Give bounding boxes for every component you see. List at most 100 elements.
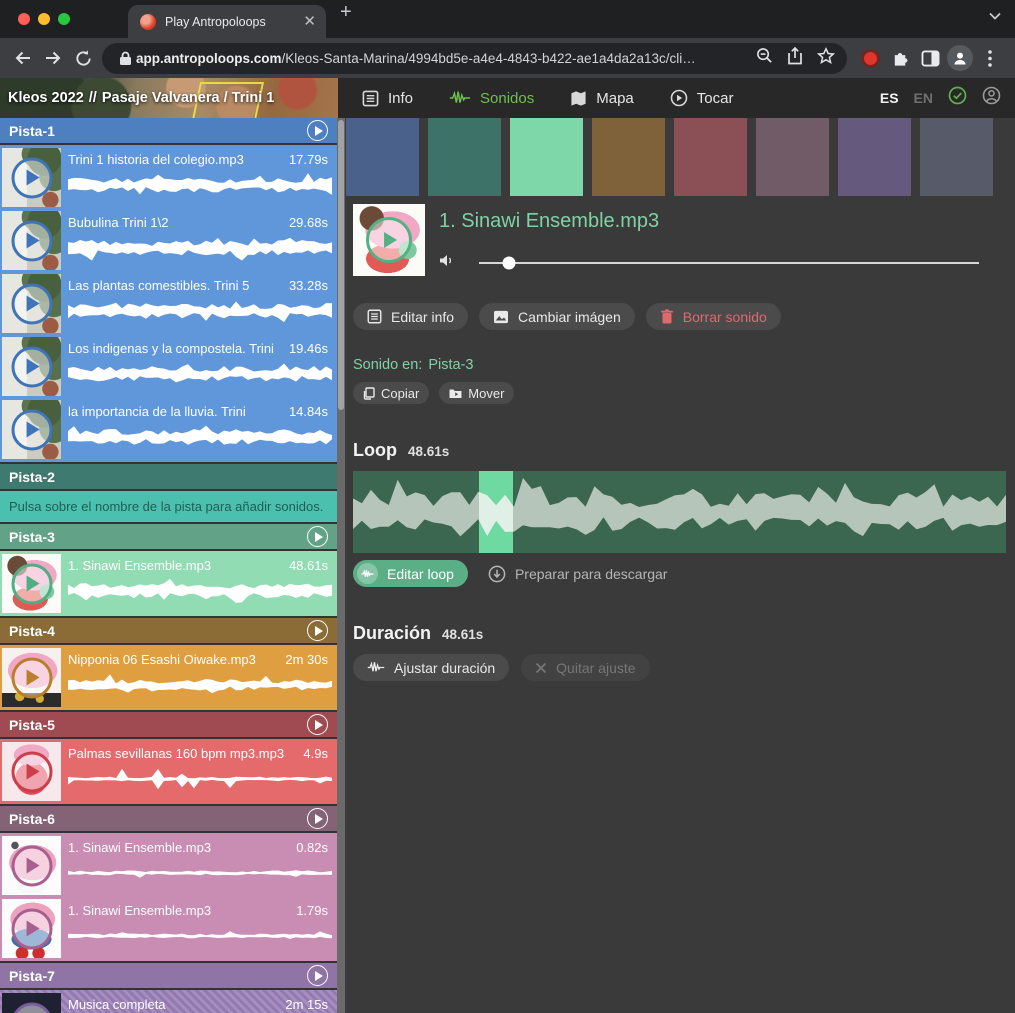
recording-extension-icon[interactable] — [855, 43, 885, 73]
new-tab-button[interactable]: + — [326, 2, 352, 38]
edit-info-button[interactable]: Editar info — [353, 303, 468, 330]
track-play-button[interactable] — [307, 620, 328, 641]
clip-thumbnail-peppa-drink[interactable] — [2, 554, 61, 613]
forward-button[interactable] — [38, 43, 68, 73]
clip-play-overlay-icon[interactable] — [11, 563, 52, 604]
tab-info[interactable]: Info — [362, 90, 413, 107]
language-es[interactable]: ES — [880, 90, 899, 106]
track-header-Pista-7[interactable]: Pista-7 — [0, 963, 337, 988]
clip-Pista-1-4[interactable]: Los indigenas y la compostela. Trini19.4… — [0, 335, 337, 398]
track-play-button[interactable] — [307, 526, 328, 547]
clip-play-overlay-icon[interactable] — [11, 845, 52, 886]
track-swatch-6[interactable] — [756, 118, 829, 196]
track-swatch-1[interactable] — [346, 118, 419, 196]
clip-thumbnail-house-door[interactable] — [2, 211, 61, 270]
clip-play-overlay-icon[interactable] — [11, 220, 52, 261]
track-header-Pista-3[interactable]: Pista-3 — [0, 524, 337, 549]
minimize-window-button[interactable] — [38, 13, 50, 25]
play-overlay-icon[interactable] — [366, 217, 412, 263]
close-window-button[interactable] — [18, 13, 30, 25]
track-play-button[interactable] — [307, 808, 328, 829]
delete-sound-button[interactable]: Borrar sonido — [646, 303, 781, 330]
volume-speaker-icon[interactable] — [439, 253, 455, 273]
adjust-duration-button[interactable]: Ajustar duración — [353, 654, 509, 681]
track-play-button[interactable] — [307, 965, 328, 986]
clip-Pista-4-1[interactable]: Nipponia 06 Esashi Oiwake.mp32m 30s — [0, 646, 337, 709]
clip-Pista-5-1[interactable]: Palmas sevillanas 160 bpm mp3.mp34.9s — [0, 740, 337, 803]
move-sound-button[interactable]: Mover — [439, 382, 514, 404]
tab-search-chevron-icon[interactable] — [989, 7, 1001, 25]
clip-Pista-6-1[interactable]: 1. Sinawi Ensemble.mp30.82s — [0, 834, 337, 897]
clip-thumbnail-peppa-gold[interactable] — [2, 648, 61, 707]
url-bar[interactable]: app.antropoloops.com/Kleos-Santa-Marina/… — [102, 43, 847, 74]
clip-thumbnail-house-door[interactable] — [2, 337, 61, 396]
clip-thumbnail-house-door[interactable] — [2, 274, 61, 333]
breadcrumb-scene[interactable]: Pasaje Valvanera / Trini 1 — [102, 90, 275, 106]
track-swatch-3-selected[interactable] — [510, 118, 583, 196]
clip-thumbnail-dark[interactable] — [2, 993, 61, 1013]
clip-Pista-6-2[interactable]: 1. Sinawi Ensemble.mp31.79s — [0, 897, 337, 960]
track-swatch-7[interactable] — [838, 118, 911, 196]
clip-Pista-7-1[interactable]: Musica completa2m 15s — [0, 991, 337, 1013]
track-swatch-4[interactable] — [592, 118, 665, 196]
clip-Pista-1-2[interactable]: Bubulina Trini 1\229.68s — [0, 209, 337, 272]
clip-thumbnail-george[interactable] — [2, 899, 61, 958]
remove-adjust-button[interactable]: Quitar ajuste — [521, 654, 649, 681]
volume-slider[interactable] — [479, 262, 979, 264]
bookmark-star-icon[interactable] — [817, 47, 835, 70]
track-play-button[interactable] — [307, 714, 328, 735]
track-header-Pista-5[interactable]: Pista-5 — [0, 712, 337, 737]
browser-profile-avatar[interactable] — [945, 43, 975, 73]
track-header-Pista-1[interactable]: Pista-1 — [0, 118, 337, 143]
zoom-page-icon[interactable] — [756, 47, 773, 70]
clip-thumbnail-peppa-white[interactable] — [2, 836, 61, 895]
track-swatch-2[interactable] — [428, 118, 501, 196]
sound-in-track-link[interactable]: Pista-3 — [428, 357, 473, 373]
clip-Pista-1-3[interactable]: Las plantas comestibles. Trini 533.28s — [0, 272, 337, 335]
extensions-puzzle-icon[interactable] — [885, 43, 915, 73]
clip-play-overlay-icon[interactable] — [11, 751, 52, 792]
track-header-Pista-2[interactable]: Pista-2 — [0, 464, 337, 489]
clip-play-overlay-icon[interactable] — [11, 346, 52, 387]
breadcrumb[interactable]: Kleos 2022//Pasaje Valvanera / Trini 1 — [0, 78, 338, 118]
account-person-icon[interactable] — [982, 86, 1001, 110]
track-header-Pista-6[interactable]: Pista-6 — [0, 806, 337, 831]
clip-Pista-1-1[interactable]: Trini 1 historia del colegio.mp317.79s — [0, 146, 337, 209]
clip-Pista-3-1[interactable]: 1. Sinawi Ensemble.mp348.61s — [0, 552, 337, 615]
edit-loop-button[interactable]: Editar loop — [353, 560, 468, 587]
clip-play-overlay-icon[interactable] — [11, 409, 52, 450]
scrollbar-thumb[interactable] — [338, 120, 344, 410]
share-icon[interactable] — [787, 47, 803, 70]
lock-icon[interactable] — [114, 43, 136, 73]
loop-waveform[interactable] — [353, 471, 1006, 553]
back-button[interactable] — [8, 43, 38, 73]
sync-check-icon[interactable] — [948, 86, 967, 110]
volume-knob[interactable] — [503, 257, 516, 270]
loop-selection-handle[interactable] — [479, 471, 513, 553]
reload-button[interactable] — [68, 43, 98, 73]
maximize-window-button[interactable] — [58, 13, 70, 25]
language-en[interactable]: EN — [914, 90, 933, 106]
sound-thumbnail[interactable] — [353, 204, 425, 276]
breadcrumb-project[interactable]: Kleos 2022 — [8, 90, 84, 106]
clip-play-overlay-icon[interactable] — [11, 657, 52, 698]
track-header-Pista-4[interactable]: Pista-4 — [0, 618, 337, 643]
clip-thumbnail-peppa-red[interactable] — [2, 742, 61, 801]
clip-play-overlay-icon[interactable] — [11, 908, 52, 949]
browser-menu-kebab-icon[interactable] — [975, 43, 1005, 73]
prepare-download-button[interactable]: Preparar para descargar — [488, 565, 668, 583]
tab-mapa[interactable]: Mapa — [570, 90, 634, 107]
side-panel-icon[interactable] — [915, 43, 945, 73]
tab-sonidos[interactable]: Sonidos — [449, 90, 534, 107]
tab-close-icon[interactable]: ✕ — [303, 14, 316, 29]
track-swatch-8[interactable] — [920, 118, 993, 196]
change-image-button[interactable]: Cambiar imágen — [479, 303, 635, 330]
clip-Pista-1-5[interactable]: la importancia de la lluvia. Trini14.84s — [0, 398, 337, 461]
clip-play-overlay-icon[interactable] — [11, 157, 52, 198]
copy-sound-button[interactable]: Copiar — [353, 382, 429, 404]
clip-play-overlay-icon[interactable] — [11, 1002, 52, 1013]
tab-tocar[interactable]: Tocar — [670, 89, 734, 107]
clip-thumbnail-house-door[interactable] — [2, 400, 61, 459]
sidebar-scrollbar[interactable] — [337, 118, 345, 1013]
clip-play-overlay-icon[interactable] — [11, 283, 52, 324]
